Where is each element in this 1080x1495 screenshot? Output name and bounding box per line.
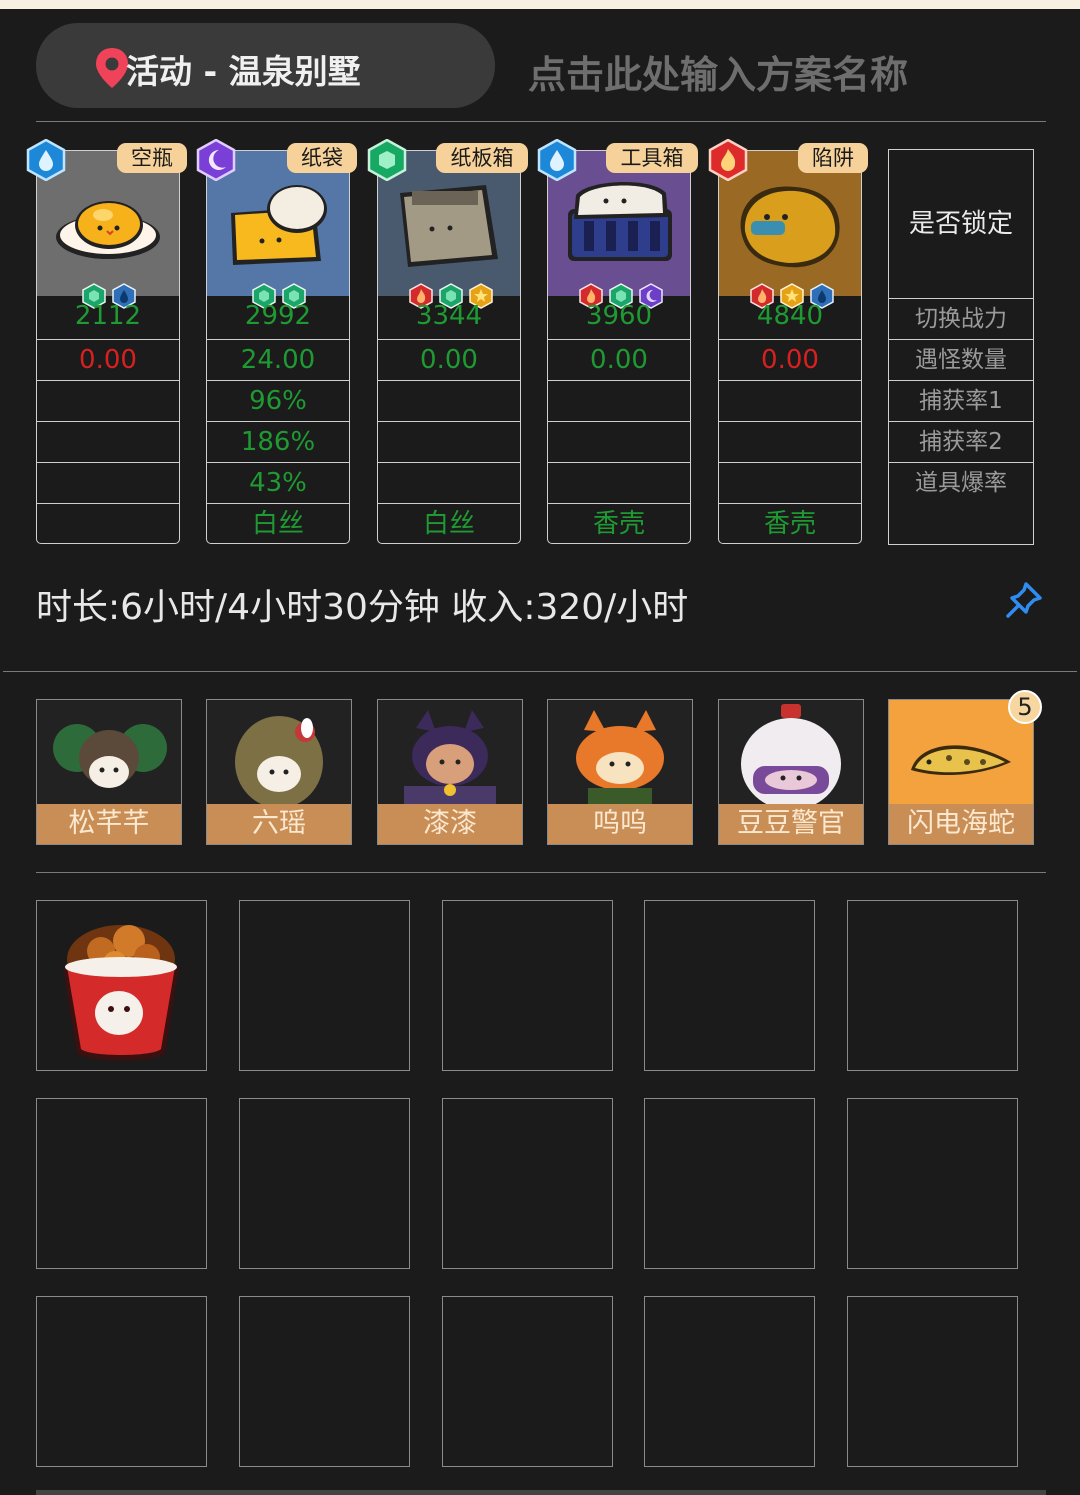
stat-value: [37, 421, 179, 462]
location-selector[interactable]: 活动 - 温泉别墅: [36, 23, 495, 108]
trap-card[interactable]: 4840 0.00 香壳: [718, 150, 862, 544]
stat-value: [719, 380, 861, 421]
item-slot[interactable]: [239, 1098, 410, 1269]
trap-name-tag: 纸板箱: [436, 143, 528, 173]
summary-text: 时长:6小时/4小时30分钟 收入:320/小时: [36, 587, 689, 628]
top-strip: [0, 0, 1080, 9]
trap-name-tag: 工具箱: [606, 143, 698, 173]
capture-rate-1-option[interactable]: 捕获率1: [889, 380, 1033, 421]
plan-name-input[interactable]: 点击此处输入方案名称: [528, 44, 908, 99]
stat-value: [548, 462, 690, 503]
trap-card[interactable]: 3960 0.00 香壳: [547, 150, 691, 544]
stat-value: 0.00: [548, 339, 690, 380]
item-slot[interactable]: [36, 1098, 207, 1269]
stat-value: 186%: [207, 421, 349, 462]
bottom-bar: [36, 1490, 1046, 1495]
item-slot[interactable]: [36, 900, 207, 1071]
trap-name-tag: 空瓶: [117, 143, 187, 173]
stat-value: 0.00: [378, 339, 520, 380]
pet-portrait: [378, 700, 522, 804]
bait-value: 香壳: [719, 503, 861, 544]
item-slot[interactable]: [239, 900, 410, 1071]
lock-toggle[interactable]: 是否锁定: [889, 150, 1033, 298]
pet-card[interactable]: 闪电海蛇: [888, 699, 1034, 845]
item-slot[interactable]: [847, 900, 1018, 1071]
stat-value: 43%: [207, 462, 349, 503]
item-slot[interactable]: [847, 1098, 1018, 1269]
power-value: 3344: [415, 301, 483, 331]
bait-value: 香壳: [548, 503, 690, 544]
trap-card[interactable]: 3344 0.00 白丝: [377, 150, 521, 544]
trap-card[interactable]: 2992 24.00 96% 186% 43% 白丝: [206, 150, 350, 544]
pet-name: 呜呜: [548, 804, 692, 844]
stat-value: [378, 421, 520, 462]
pet-name: 豆豆警官: [719, 804, 863, 844]
item-slot[interactable]: [36, 1296, 207, 1467]
trap-card[interactable]: 2112 0.00: [36, 150, 180, 544]
pet-portrait: [207, 700, 351, 804]
pet-name: 漆漆: [378, 804, 522, 844]
power-value: 4840: [756, 301, 824, 331]
water-element-icon: [537, 139, 577, 181]
stat-value: [378, 380, 520, 421]
pet-count-badge: 5: [1008, 690, 1042, 724]
item-slot[interactable]: [644, 1098, 815, 1269]
capture-rate-2-option[interactable]: 捕获率2: [889, 421, 1033, 462]
lock-panel: 是否锁定 切换战力 遇怪数量 捕获率1 捕获率2 道具爆率: [888, 149, 1034, 545]
encounter-count-option[interactable]: 遇怪数量: [889, 339, 1033, 380]
pet-card[interactable]: 六瑶: [206, 699, 352, 845]
divider: [3, 671, 1077, 672]
item-slot[interactable]: [644, 1296, 815, 1467]
trap-name-tag: 纸袋: [287, 143, 357, 173]
pet-portrait: [548, 700, 692, 804]
pet-name: 闪电海蛇: [889, 804, 1033, 844]
drop-rate-option[interactable]: 道具爆率: [889, 462, 1033, 544]
location-label: 活动 - 温泉别墅: [126, 52, 361, 91]
divider: [36, 121, 1046, 122]
moon-element-icon: [196, 139, 236, 181]
bait-value: 白丝: [207, 503, 349, 544]
pet-portrait: [719, 700, 863, 804]
stat-value: 96%: [207, 380, 349, 421]
pet-name: 松芊芊: [37, 804, 181, 844]
fire-element-icon: [708, 139, 748, 181]
pet-card[interactable]: 豆豆警官: [718, 699, 864, 845]
item-slot[interactable]: [847, 1296, 1018, 1467]
item-slot[interactable]: [442, 900, 613, 1071]
pet-name: 六瑶: [207, 804, 351, 844]
location-pin-icon: [96, 48, 128, 88]
stat-value: 0.00: [37, 339, 179, 380]
item-slot[interactable]: [644, 900, 815, 1071]
pin-icon[interactable]: [1004, 580, 1044, 620]
stat-value: [548, 380, 690, 421]
power-value: 2992: [244, 301, 312, 331]
stat-value: [548, 421, 690, 462]
bait-value: [37, 503, 179, 544]
divider: [36, 872, 1046, 873]
pet-card[interactable]: 松芊芊: [36, 699, 182, 845]
stat-value: 0.00: [719, 339, 861, 380]
water-element-icon: [26, 139, 66, 181]
item-slot[interactable]: [442, 1296, 613, 1467]
stat-value: 24.00: [207, 339, 349, 380]
stat-value: [719, 421, 861, 462]
switch-power-option[interactable]: 切换战力: [889, 298, 1033, 339]
stat-value: [37, 380, 179, 421]
pet-card[interactable]: 漆漆: [377, 699, 523, 845]
power-value: 2112: [74, 301, 142, 331]
stat-value: [719, 462, 861, 503]
stat-value: [378, 462, 520, 503]
trap-name-tag: 陷阱: [798, 143, 868, 173]
pet-portrait: [37, 700, 181, 804]
stat-value: [37, 462, 179, 503]
item-slot[interactable]: [442, 1098, 613, 1269]
item-slot[interactable]: [239, 1296, 410, 1467]
pet-card[interactable]: 呜呜: [547, 699, 693, 845]
fried-chicken-bucket-icon: [63, 925, 179, 1061]
power-value: 3960: [585, 301, 653, 331]
bait-value: 白丝: [378, 503, 520, 544]
leaf-element-icon: [367, 139, 407, 181]
